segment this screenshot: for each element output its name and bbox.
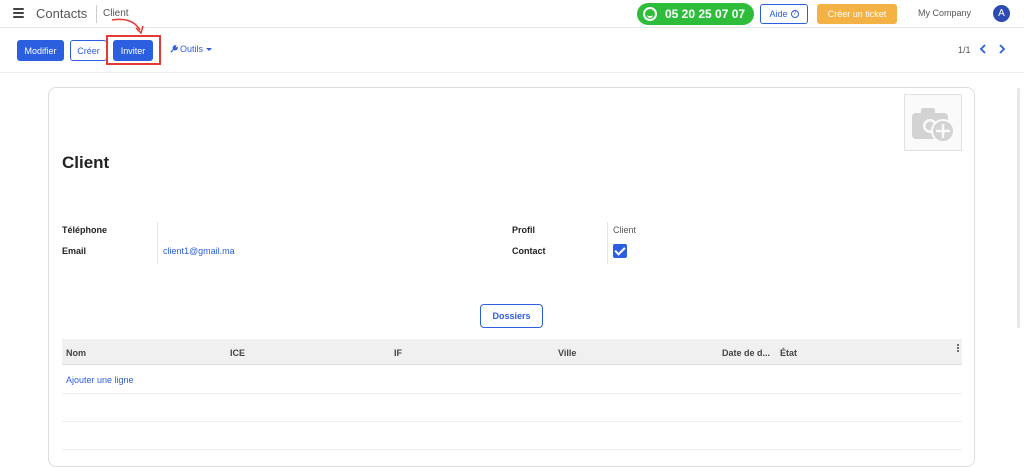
image-upload[interactable]	[904, 94, 962, 151]
company-switcher[interactable]: My Company	[918, 8, 971, 18]
column-header[interactable]: IF	[394, 348, 402, 358]
pager-value[interactable]: 1/1	[958, 45, 971, 55]
table-row	[62, 394, 962, 422]
profile-field[interactable]: Client	[613, 225, 636, 235]
wrench-icon	[170, 45, 178, 53]
dossiers-button[interactable]: Dossiers	[480, 304, 543, 328]
add-line-link[interactable]: Ajouter une ligne	[66, 375, 134, 385]
kebab-menu-icon[interactable]	[957, 344, 960, 353]
create-ticket-button[interactable]: Créer un ticket	[817, 4, 897, 24]
field-divider	[607, 222, 608, 264]
caret-down-icon	[206, 47, 213, 51]
tools-label: Outils	[180, 44, 204, 54]
question-icon: ?	[790, 10, 799, 18]
camera-add-icon	[912, 108, 955, 143]
email-label: Email	[62, 246, 87, 256]
table-header: Nom ICE IF Ville Date de d... État	[62, 339, 962, 365]
app-title[interactable]: Contacts	[36, 6, 87, 21]
breadcrumb-separator	[96, 5, 97, 23]
edit-button[interactable]: Modifier	[17, 40, 64, 61]
contact-label: Contact	[512, 246, 546, 256]
column-header[interactable]: Ville	[558, 348, 576, 358]
field-divider	[157, 222, 158, 264]
chevron-right-icon[interactable]	[997, 43, 1007, 55]
table-row: Ajouter une ligne	[62, 366, 962, 394]
column-header[interactable]: ICE	[230, 348, 245, 358]
highlight-annotation	[106, 35, 161, 65]
support-phone-number: 05 20 25 07 07	[665, 7, 746, 21]
table-row	[62, 422, 962, 450]
annotation-arrow-icon	[111, 18, 144, 35]
chevron-left-icon[interactable]	[978, 43, 988, 55]
column-header[interactable]: Nom	[66, 348, 86, 358]
help-button[interactable]: Aide ?	[760, 4, 808, 24]
email-link[interactable]: client1@gmail.ma	[163, 246, 235, 256]
column-header[interactable]: Date de d...	[722, 348, 770, 358]
profile-label: Profil	[512, 225, 536, 235]
record-title: Client	[62, 153, 110, 172]
scrollbar[interactable]	[1017, 88, 1020, 328]
headset-icon	[643, 7, 657, 21]
support-phone-button[interactable]: 05 20 25 07 07	[637, 3, 754, 25]
phone-label: Téléphone	[62, 225, 108, 235]
top-navbar: Contacts Client 05 20 25 07 07 Aide ? Cr…	[0, 0, 1024, 28]
column-header[interactable]: État	[780, 348, 797, 358]
create-button[interactable]: Créer	[70, 40, 107, 61]
tools-dropdown[interactable]: Outils	[170, 44, 213, 54]
user-avatar[interactable]: A	[993, 5, 1010, 22]
menu-icon[interactable]	[13, 8, 24, 18]
help-button-label: Aide	[769, 9, 788, 19]
contact-checkbox[interactable]	[613, 244, 627, 258]
